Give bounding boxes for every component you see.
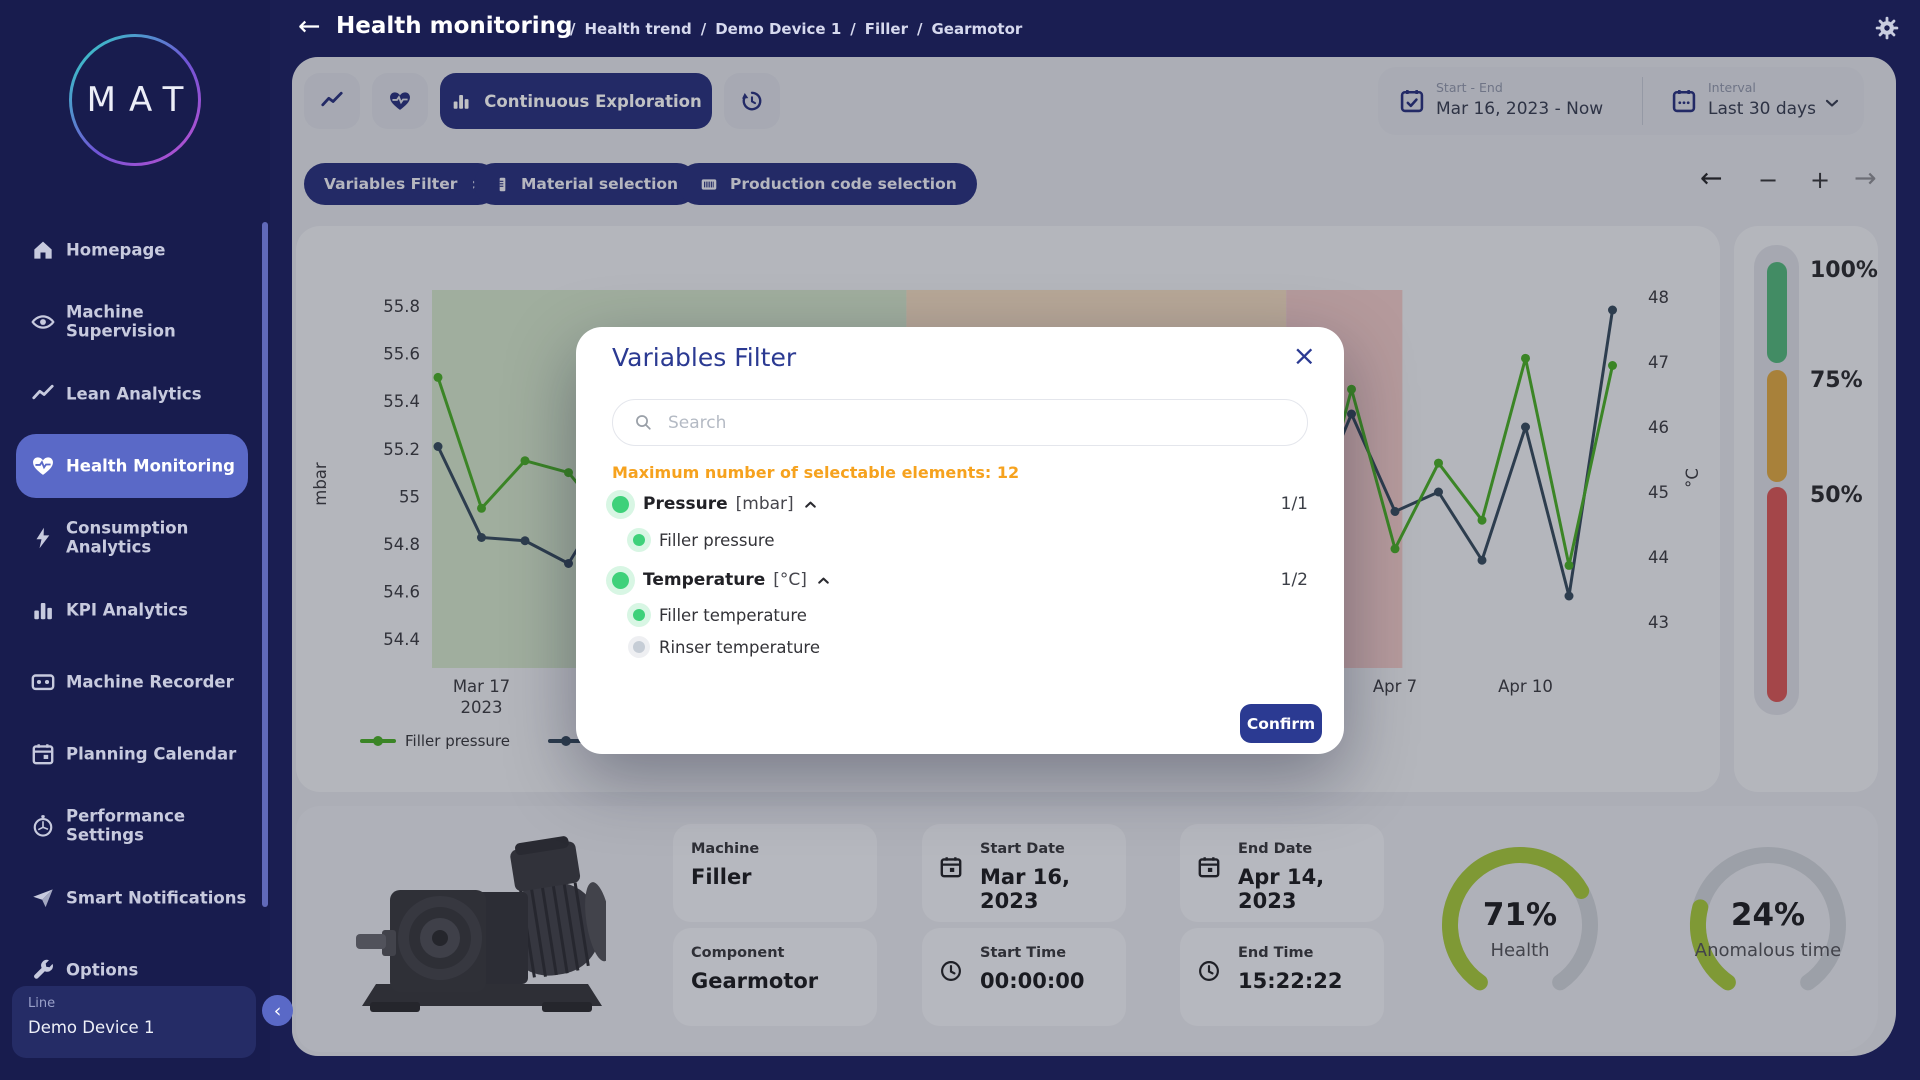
paper-plane-icon xyxy=(30,885,56,911)
variable-label: Rinser temperature xyxy=(659,638,820,657)
breadcrumb-separator: / xyxy=(701,20,706,38)
sidebar-item-consumption-analytics[interactable]: Consumption Analytics xyxy=(0,506,270,570)
sidebar-item-smart-notifications[interactable]: Smart Notifications xyxy=(0,866,270,930)
calendar-icon xyxy=(30,741,56,767)
breadcrumb: / Health trend / Demo Device 1 / Filler … xyxy=(570,20,1022,38)
line-selector-card[interactable]: Line Demo Device 1 xyxy=(12,986,256,1058)
sidebar-item-label: KPI Analytics xyxy=(66,600,256,619)
sidebar-item-label: Machine Recorder xyxy=(66,672,256,691)
breadcrumb-separator: / xyxy=(570,20,575,38)
chevron-up-icon[interactable] xyxy=(815,572,832,589)
variable-row-filler-pressure[interactable]: Filler pressure xyxy=(612,525,1308,555)
sidebar-item-planning-calendar[interactable]: Planning Calendar xyxy=(0,722,270,786)
modal-title: Variables Filter xyxy=(612,343,796,372)
sidebar-item-machine-recorder[interactable]: Machine Recorder xyxy=(0,650,270,714)
group-unit: [mbar] xyxy=(736,494,794,514)
sidebar-item-health-monitoring[interactable]: Health Monitoring xyxy=(0,434,270,498)
sidebar-item-label: Planning Calendar xyxy=(66,744,256,763)
sidebar-item-performance-settings[interactable]: Performance Settings xyxy=(0,794,270,858)
sidebar-item-label: Health Monitoring xyxy=(66,456,256,475)
sidebar-collapse-button[interactable]: ‹ xyxy=(262,995,293,1026)
breadcrumb-item[interactable]: Demo Device 1 xyxy=(715,20,841,38)
group-row-temperature[interactable]: Temperature [°C] 1/2 xyxy=(612,565,1308,595)
group-count: 1/1 xyxy=(1281,494,1308,514)
line-value: Demo Device 1 xyxy=(28,1018,240,1037)
group-row-pressure[interactable]: Pressure [mbar] 1/1 xyxy=(612,489,1308,519)
sidebar-item-kpi-analytics[interactable]: KPI Analytics xyxy=(0,578,270,642)
chevron-left-icon: ‹ xyxy=(274,1000,282,1022)
header: ← Health monitoring / Health trend / Dem… xyxy=(270,0,1920,57)
variable-row-rinser-temperature[interactable]: Rinser temperature xyxy=(612,632,1308,662)
selection-dot[interactable] xyxy=(633,534,645,546)
back-button[interactable]: ← xyxy=(298,11,321,42)
selection-dot[interactable] xyxy=(633,609,645,621)
heart-icon xyxy=(30,453,56,479)
bolt-icon xyxy=(30,525,56,551)
bar-chart-icon xyxy=(30,597,56,623)
variable-label: Filler temperature xyxy=(659,606,807,625)
close-icon[interactable]: × xyxy=(1293,339,1316,372)
sidebar-item-label: Options xyxy=(66,960,256,979)
chevron-up-icon[interactable] xyxy=(802,496,819,513)
sidebar-item-label: Machine Supervision xyxy=(66,303,256,342)
breadcrumb-separator: / xyxy=(850,20,855,38)
group-count: 1/2 xyxy=(1281,570,1308,590)
search-box xyxy=(612,399,1308,446)
variables-filter-modal: Variables Filter × Maximum number of sel… xyxy=(576,327,1344,754)
app-screen: ← Health monitoring / Health trend / Dem… xyxy=(0,0,1920,1080)
max-selectable-note: Maximum number of selectable elements: 1… xyxy=(612,463,1019,482)
sidebar-item-lean-analytics[interactable]: Lean Analytics xyxy=(0,362,270,426)
selection-dot[interactable] xyxy=(612,496,629,513)
sidebar-scrollbar[interactable] xyxy=(262,222,268,907)
variable-row-filler-temperature[interactable]: Filler temperature xyxy=(612,600,1308,630)
line-label: Line xyxy=(28,996,240,1011)
brand-logo: MAT xyxy=(69,34,201,166)
group-name: Pressure xyxy=(643,494,728,514)
sidebar-item-machine-supervision[interactable]: Machine Supervision xyxy=(0,290,270,354)
breadcrumb-item[interactable]: Health trend xyxy=(584,20,691,38)
sidebar-item-homepage[interactable]: Homepage xyxy=(0,218,270,282)
breadcrumb-item[interactable]: Filler xyxy=(865,20,908,38)
sidebar-item-label: Consumption Analytics xyxy=(66,519,256,558)
eye-icon xyxy=(30,309,56,335)
breadcrumb-item[interactable]: Gearmotor xyxy=(931,20,1022,38)
settings-gear-icon[interactable] xyxy=(1874,15,1900,41)
sidebar: MAT Homepage Machine Supervision Lean An… xyxy=(0,0,270,1080)
sidebar-item-label: Homepage xyxy=(66,240,256,259)
cassette-icon xyxy=(30,669,56,695)
variable-label: Filler pressure xyxy=(659,531,775,550)
wrench-icon xyxy=(30,957,56,983)
selection-dot[interactable] xyxy=(612,572,629,589)
group-unit: [°C] xyxy=(773,570,807,590)
stopwatch-icon xyxy=(30,813,56,839)
search-icon xyxy=(633,412,654,433)
group-name: Temperature xyxy=(643,570,765,590)
sidebar-item-label: Smart Notifications xyxy=(66,888,256,907)
sidebar-item-label: Performance Settings xyxy=(66,807,256,846)
page-title: Health monitoring xyxy=(336,13,573,39)
trend-icon xyxy=(30,381,56,407)
confirm-button[interactable]: Confirm xyxy=(1240,704,1322,743)
home-icon xyxy=(30,237,56,263)
selection-dot[interactable] xyxy=(633,641,645,653)
brand-logo-text: MAT xyxy=(74,80,197,120)
search-input[interactable] xyxy=(666,412,1287,434)
sidebar-item-label: Lean Analytics xyxy=(66,384,256,403)
breadcrumb-separator: / xyxy=(917,20,922,38)
